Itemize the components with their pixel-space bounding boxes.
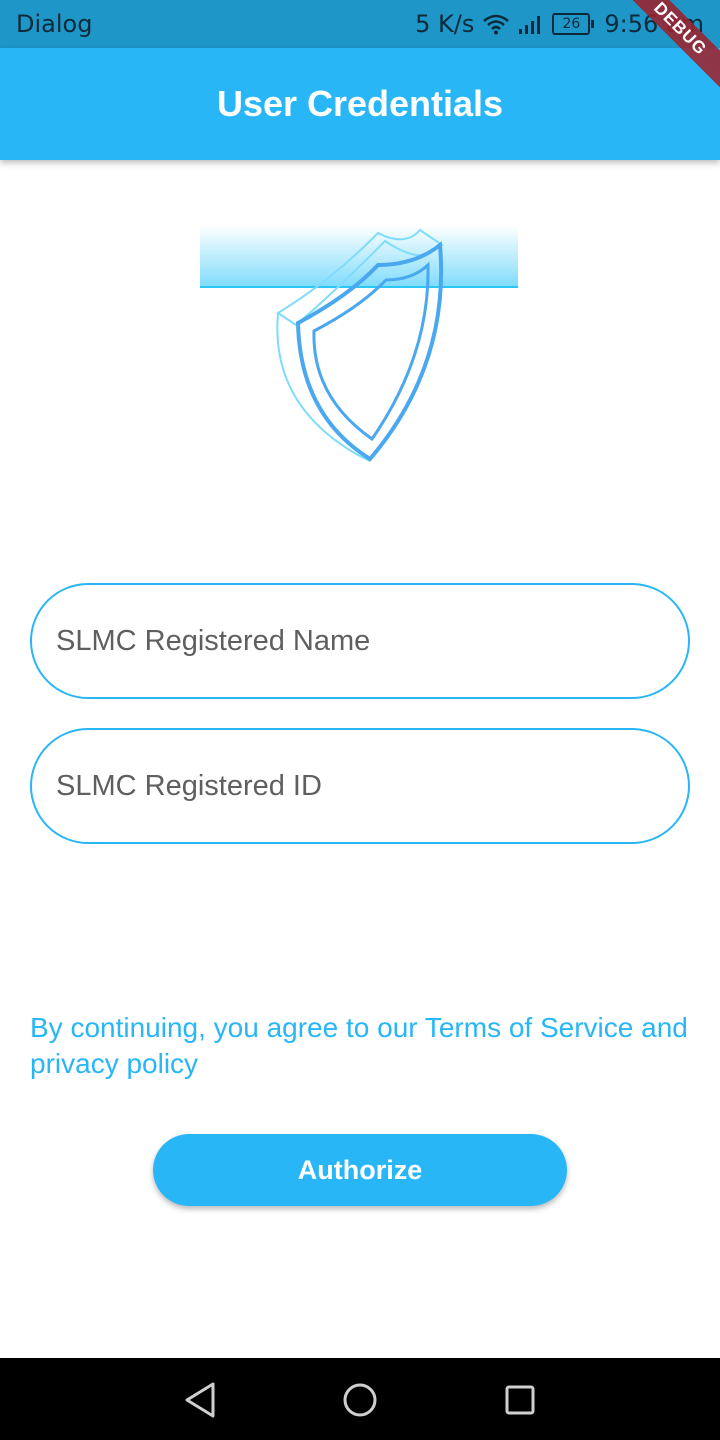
registered-name-input[interactable] xyxy=(54,623,658,659)
battery-level: 26 xyxy=(552,13,595,35)
wifi-icon xyxy=(482,13,510,35)
recent-apps-icon[interactable] xyxy=(498,1378,542,1422)
signal-icon xyxy=(518,13,544,35)
screen: Dialog 5 K/s 26 9:56 am DEBUG User Crede… xyxy=(0,0,720,1440)
status-app-name: Dialog xyxy=(16,10,93,38)
back-icon[interactable] xyxy=(178,1378,222,1422)
home-icon[interactable] xyxy=(338,1378,382,1422)
shield-icon xyxy=(200,225,518,462)
network-speed: 5 K/s xyxy=(415,10,475,38)
battery-icon: 26 xyxy=(552,13,595,35)
status-bar: Dialog 5 K/s 26 9:56 am xyxy=(0,0,720,48)
page-title: User Credentials xyxy=(216,83,504,124)
navigation-bar xyxy=(0,1358,720,1440)
registered-id-field[interactable] xyxy=(30,728,690,844)
app-bar: User Credentials xyxy=(0,48,720,160)
registered-id-input[interactable] xyxy=(54,768,658,804)
registered-name-field[interactable] xyxy=(30,583,690,699)
authorize-button[interactable]: Authorize xyxy=(153,1134,567,1206)
terms-text[interactable]: By continuing, you agree to our Terms of… xyxy=(30,1010,690,1082)
shield-illustration xyxy=(200,225,520,470)
